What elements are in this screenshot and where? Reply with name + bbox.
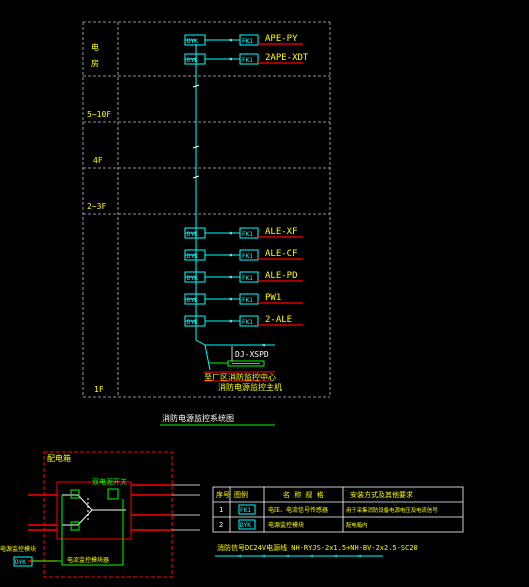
cross-mark: × bbox=[229, 274, 233, 281]
spd-label: DJ-XSPD bbox=[235, 350, 269, 359]
legend-row-name: 电压、电流信号传感器 bbox=[268, 506, 328, 514]
svg-text:×: × bbox=[262, 553, 266, 560]
circuit-label: 2APE-XDT bbox=[265, 53, 309, 63]
legend-row-symbol: DYK bbox=[240, 522, 251, 529]
fk1-sensor-label: FK1 bbox=[242, 275, 253, 282]
floor-label-2-3F: 2~3F bbox=[87, 202, 106, 211]
riser.bottom_boxes-row: DYK × FK1 2-ALE bbox=[184, 315, 303, 327]
legend-header: 序号 bbox=[216, 490, 230, 499]
detail-module-label: 电流监控模块器 bbox=[67, 556, 109, 564]
floor-label-1F: 1F bbox=[94, 385, 104, 394]
detail-box: 配电箱 双电源开关 电流监控模块器 电源监控模块 DYK bbox=[0, 451, 200, 578]
fk1-sensor-label: FK1 bbox=[242, 38, 253, 45]
dyk-module-label: DYK bbox=[187, 38, 198, 45]
legend-table: 序号 图例 名 称 规 格 安装方式及其他要求 1 FK1 电压、电流信号传感器 用于采集消… bbox=[212, 486, 464, 560]
cross-mark: × bbox=[229, 318, 233, 325]
riser.bottom_boxes-row: DYK × FK1 ALE-XF bbox=[184, 227, 303, 239]
riser.bottom_boxes-row: DYK × FK1 ALE-CF bbox=[184, 249, 303, 261]
circuit-label: PW1 bbox=[265, 293, 281, 303]
legend-row-no: 1 bbox=[219, 506, 223, 514]
riser-frame bbox=[82, 21, 331, 398]
legend-headers: 序号 图例 名 称 规 格 安装方式及其他要求 bbox=[216, 490, 413, 499]
svg-text:×: × bbox=[262, 342, 266, 349]
legend-row: 2 DYK 电源监控模块 配电箱内 bbox=[219, 519, 368, 530]
legend-header: 名 称 规 格 bbox=[283, 490, 324, 499]
dyk-module-label: DYK bbox=[187, 57, 198, 64]
svg-text:×: × bbox=[334, 553, 338, 560]
circuit-label: ALE-CF bbox=[265, 249, 298, 259]
dyk-module-label: DYK bbox=[187, 253, 198, 260]
monitor-label-2: 消防电源监控主机 bbox=[218, 382, 282, 392]
floor-label-4F: 4F bbox=[93, 156, 103, 165]
detail-sensor-label: 双电源开关 bbox=[92, 477, 127, 486]
detail-box-title: 配电箱 bbox=[47, 453, 71, 463]
circuit-label: APE-PY bbox=[265, 34, 298, 44]
detail-side-label: 电源监控模块 bbox=[0, 545, 36, 553]
cross-mark: × bbox=[229, 37, 233, 44]
svg-text:×: × bbox=[358, 553, 362, 560]
detail-side-code: DYK bbox=[15, 559, 26, 566]
legend-header: 安装方式及其他要求 bbox=[350, 490, 413, 499]
cross-mark: × bbox=[229, 252, 233, 259]
bottom-box-group: DYK × FK1 ALE-XFDYK × FK1 ALE-CFDYK × FK1 ALE-PDD… bbox=[184, 227, 303, 327]
circuit-label: ALE-PD bbox=[265, 271, 298, 281]
dyk-module-label: DYK bbox=[187, 275, 198, 282]
fk1-sensor-label: FK1 bbox=[242, 297, 253, 304]
dyk-module-label: DYK bbox=[187, 231, 198, 238]
floor-labels: 电 房 5~10F 4F 2~3F 1F bbox=[87, 42, 111, 394]
riser.top_boxes-row: DYK × FK1 2APE-XDT bbox=[184, 53, 309, 65]
floor-label-5-10F: 5~10F bbox=[87, 110, 111, 119]
fk1-sensor-label: FK1 bbox=[242, 57, 253, 64]
fk1-sensor-label: FK1 bbox=[242, 231, 253, 238]
floor-label-power-room-2: 房 bbox=[91, 58, 99, 68]
fk1-sensor-label: FK1 bbox=[242, 253, 253, 260]
legend-row: 1 FK1 电压、电流信号传感器 用于采集消防设备电源电压及电流信号 bbox=[219, 504, 438, 515]
riser-title: 消防电源监控系统图 bbox=[160, 413, 275, 426]
riser.bottom_boxes-row: DYK × FK1 PW1 bbox=[184, 293, 303, 305]
cross-mark: × bbox=[229, 230, 233, 237]
legend-header: 图例 bbox=[234, 490, 248, 499]
cross-mark: × bbox=[229, 56, 233, 63]
circuit-label: 2-ALE bbox=[265, 315, 292, 325]
legend-row-note: 配电箱内 bbox=[346, 521, 368, 529]
svg-text:×: × bbox=[310, 553, 314, 560]
riser.bottom_boxes-row: DYK × FK1 ALE-PD bbox=[184, 271, 303, 283]
legend-row-no: 2 bbox=[219, 521, 223, 529]
cable-note: 消防信号DC24V电源线 NH-RYJS-2x1.5+NH-BV-2x2.5-S… bbox=[217, 543, 418, 552]
legend-row-name: 电源监控模块 bbox=[268, 521, 304, 529]
dyk-module-label: DYK bbox=[187, 297, 198, 304]
fk1-sensor-label: FK1 bbox=[242, 319, 253, 326]
riser.top_boxes-row: DYK × FK1 APE-PY bbox=[184, 34, 303, 46]
legend-row-note: 用于采集消防设备电源电压及电流信号 bbox=[346, 506, 438, 514]
circuit-label: ALE-XF bbox=[265, 227, 298, 237]
cross-mark: × bbox=[229, 296, 233, 303]
legend-row-symbol: FK1 bbox=[240, 507, 251, 514]
svg-text:×: × bbox=[286, 553, 290, 560]
floor-label-power-room-1: 电 bbox=[91, 42, 99, 52]
svg-text:×: × bbox=[238, 553, 242, 560]
dyk-module-label: DYK bbox=[187, 319, 198, 326]
spd-connection: × DJ-XSPD 至厂区消防监控中心 消防电源监控主机 bbox=[204, 342, 282, 392]
top-box-group: DYK × FK1 APE-PY DYK × FK1 2APE-XDT bbox=[184, 34, 309, 65]
diagram-canvas: 电 房 5~10F 4F 2~3F 1F DYK × FK1 APE-PY DYK × FK… bbox=[0, 21, 464, 578]
riser-title-text: 消防电源监控系统图 bbox=[162, 413, 234, 423]
